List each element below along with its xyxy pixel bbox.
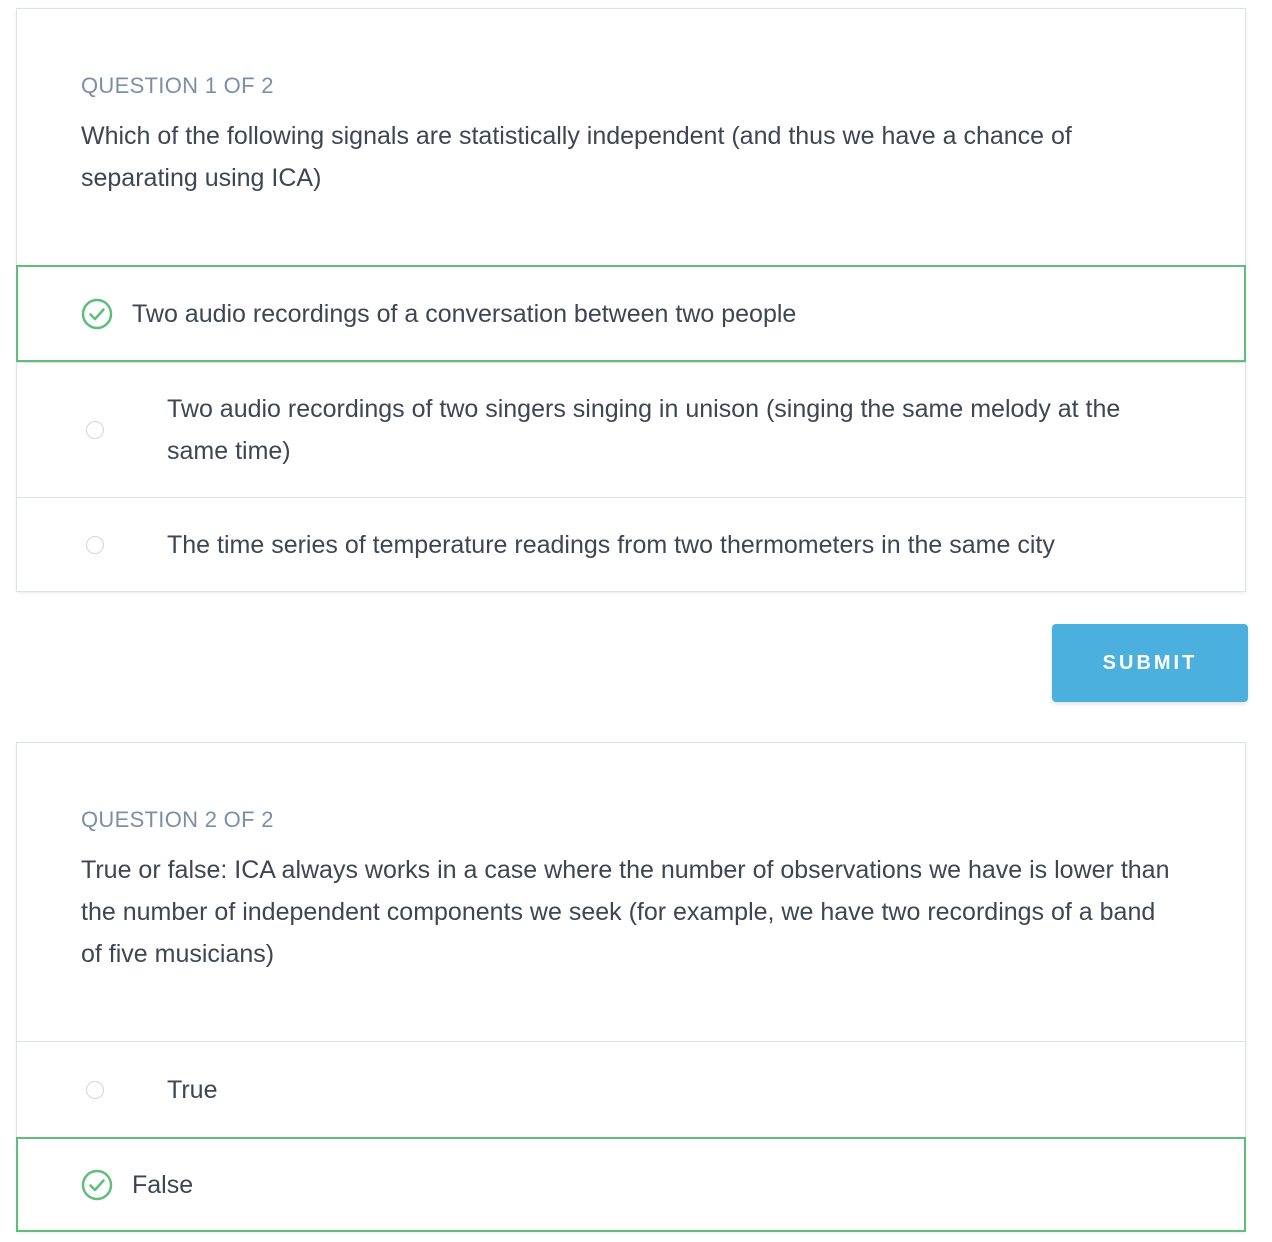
answer-option[interactable]: The time series of temperature readings … — [17, 497, 1245, 591]
question-number-label: QUESTION 2 OF 2 — [81, 807, 274, 832]
answer-option-label: The time series of temperature readings … — [167, 530, 1055, 559]
answer-option-label: Two audio recordings of a conversation b… — [132, 299, 797, 328]
question-text: True or false: ICA always works in a cas… — [81, 856, 1170, 968]
answer-option-label: False — [132, 1170, 194, 1199]
radio-empty-icon[interactable] — [86, 421, 104, 439]
question-card-2: QUESTION 2 OF 2 True or false: ICA alway… — [16, 742, 1246, 1232]
question-text: Which of the following signals are stati… — [81, 122, 1072, 192]
submit-button[interactable]: SUBMIT — [1052, 624, 1248, 702]
answer-option-label: True — [167, 1075, 218, 1104]
radio-empty-icon[interactable] — [86, 1080, 104, 1099]
question-number-label: QUESTION 1 OF 2 — [81, 73, 274, 98]
question-card-1: QUESTION 1 OF 2 Which of the following s… — [16, 8, 1246, 592]
question-header: QUESTION 1 OF 2 Which of the following s… — [17, 9, 1245, 199]
check-circle-icon — [81, 298, 113, 329]
check-circle-icon — [81, 1169, 113, 1200]
answer-option-label: Two audio recordings of two singers sing… — [167, 395, 1121, 465]
radio-empty-icon[interactable] — [86, 535, 104, 554]
answer-option[interactable]: Two audio recordings of a conversation b… — [16, 265, 1246, 362]
question-header: QUESTION 2 OF 2 True or false: ICA alway… — [17, 743, 1245, 975]
answer-option[interactable]: False — [16, 1137, 1246, 1232]
answer-option[interactable]: True — [17, 1041, 1245, 1137]
answer-option[interactable]: Two audio recordings of two singers sing… — [17, 362, 1245, 497]
